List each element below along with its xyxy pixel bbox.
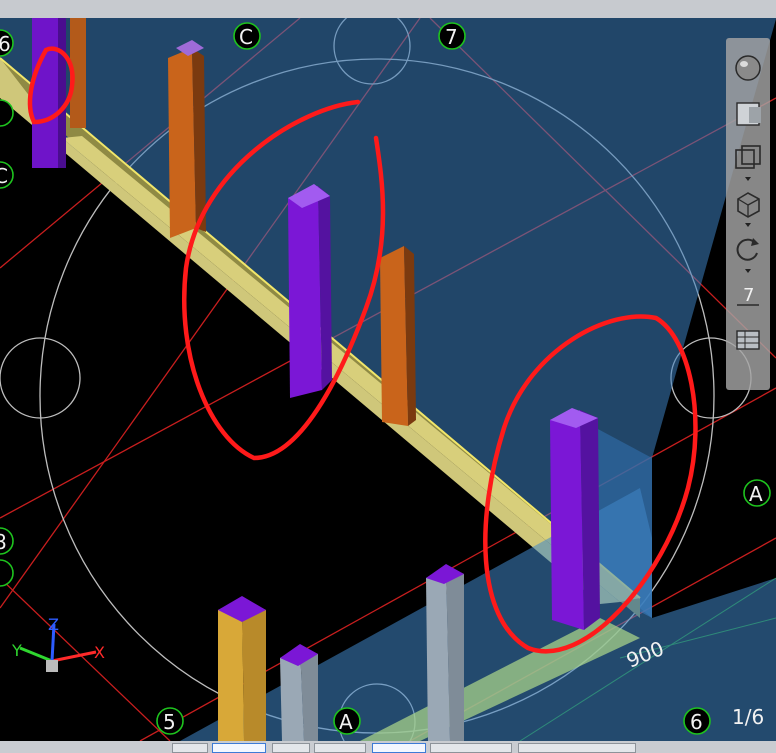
model-scene[interactable]: C 7 5 A A 6 6 C 8 900 1/6 X Y Z: [0, 18, 776, 741]
grid-label-7: 7: [445, 25, 458, 49]
grid-label-6: 6: [690, 710, 703, 734]
grid-label-a-right: A: [749, 482, 763, 506]
status-button-6[interactable]: [430, 743, 512, 753]
grid-label-left-top: 6: [0, 32, 11, 56]
grid-label-c: C: [239, 25, 253, 49]
status-button-4[interactable]: [314, 743, 366, 753]
status-button-3[interactable]: [272, 743, 310, 753]
status-button-2[interactable]: [212, 743, 266, 753]
column-orange-2: [380, 246, 416, 426]
status-button-5[interactable]: [372, 743, 426, 753]
pan-icon[interactable]: [732, 234, 764, 273]
3d-model-viewport[interactable]: C 7 5 A A 6 6 C 8 900 1/6 X Y Z 7: [0, 18, 776, 741]
column-orange-1: [168, 40, 206, 238]
column-yellow-bottom: [218, 596, 266, 741]
ucs-y-label: Y: [11, 641, 22, 660]
navigation-bar[interactable]: 7: [726, 38, 770, 390]
steeringwheel-icon[interactable]: [732, 52, 764, 84]
status-button-7[interactable]: [518, 743, 636, 753]
status-button-1[interactable]: [172, 743, 208, 753]
zoom-window-icon[interactable]: 7: [732, 278, 764, 310]
scale-label: 1/6: [732, 705, 764, 729]
column-purple-3: [550, 408, 600, 630]
grid-label-a-bottom: A: [339, 710, 353, 734]
column-grey-bottom-1: [280, 644, 318, 741]
ucs-x-label: X: [94, 643, 105, 662]
orbit-icon[interactable]: [732, 188, 764, 227]
nav-seven-label: 7: [743, 285, 754, 306]
ucs-z-label: Z: [48, 615, 59, 634]
showmotion-icon[interactable]: [732, 324, 764, 356]
top-toolbar-strip: [0, 0, 776, 19]
column-purple-2: [288, 184, 332, 398]
cad-application: C 7 5 A A 6 6 C 8 900 1/6 X Y Z 7: [0, 0, 776, 753]
grid-label-left-8: 8: [0, 530, 7, 554]
grid-label-left-c: C: [0, 164, 8, 188]
column-grey-bottom-2: [426, 564, 464, 741]
status-bar: [0, 741, 776, 753]
grid-label-5: 5: [163, 710, 176, 734]
ucs-icon: X Y Z: [11, 615, 105, 672]
zoom-extents-icon[interactable]: [732, 142, 764, 181]
viewcube-icon[interactable]: [732, 98, 764, 130]
